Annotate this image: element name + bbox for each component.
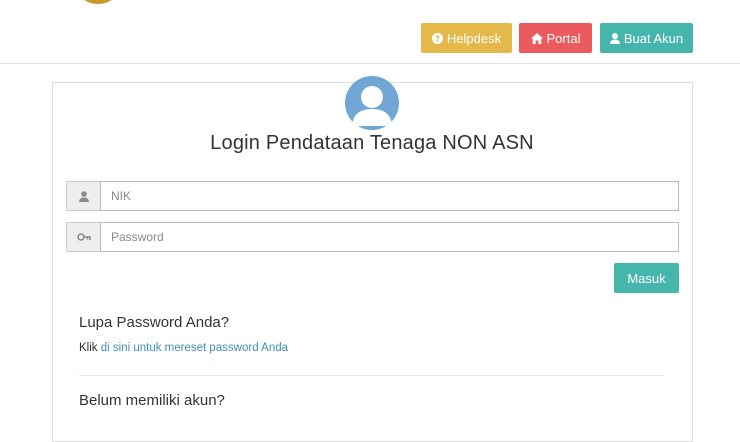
svg-text:?: ? <box>435 33 440 43</box>
portal-label: Portal <box>546 30 581 46</box>
password-field <box>66 222 679 252</box>
portal-button[interactable]: Portal <box>519 23 592 53</box>
forgot-password-text: Klik di sini untuk mereset password Anda <box>79 342 288 354</box>
forgot-prefix: Klik <box>79 342 98 354</box>
buat-akun-button[interactable]: Buat Akun <box>600 23 693 53</box>
buat-akun-label: Buat Akun <box>623 30 684 46</box>
nik-field <box>66 181 679 211</box>
no-account-heading: Belum memiliki akun? <box>79 392 225 409</box>
user-icon <box>66 181 100 211</box>
top-navbar: ? Helpdesk Portal Buat Akun <box>0 0 740 64</box>
password-input[interactable] <box>100 222 679 252</box>
divider <box>79 375 664 376</box>
user-avatar-icon <box>345 76 399 130</box>
user-icon <box>609 32 620 44</box>
page-title: Login Pendataan Tenaga NON ASN <box>210 132 534 154</box>
helpdesk-button[interactable]: ? Helpdesk <box>421 23 512 53</box>
nik-input[interactable] <box>100 181 679 211</box>
question-circle-icon: ? <box>431 32 443 44</box>
reset-password-link[interactable]: di sini untuk mereset password Anda <box>101 342 288 354</box>
masuk-button[interactable]: Masuk <box>614 263 679 293</box>
forgot-password-heading: Lupa Password Anda? <box>79 314 230 331</box>
home-icon <box>530 32 543 44</box>
key-icon <box>66 222 100 252</box>
helpdesk-label: Helpdesk <box>446 30 502 46</box>
logo <box>84 0 112 4</box>
